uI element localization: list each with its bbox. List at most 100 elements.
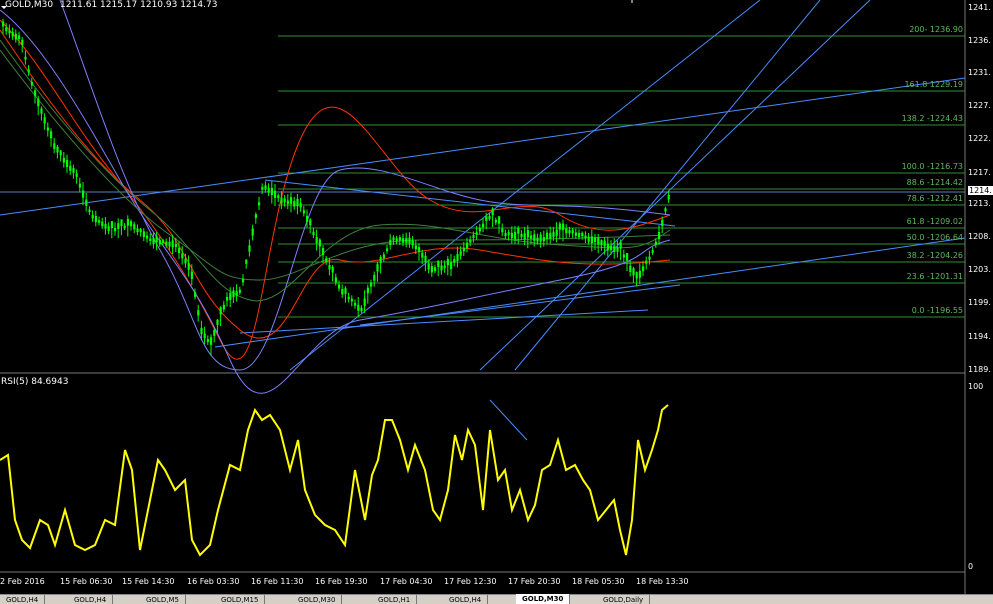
fib-level-label: 23.6 -1201.31 bbox=[906, 272, 963, 281]
candle-body bbox=[581, 232, 584, 237]
time-tick-label: 17 Feb 12:30 bbox=[444, 577, 497, 586]
candle-body bbox=[514, 231, 517, 240]
candle-body bbox=[299, 203, 302, 208]
candle-body bbox=[664, 208, 667, 212]
candle-body bbox=[206, 339, 209, 342]
candle-body bbox=[379, 257, 382, 263]
candle-body bbox=[53, 143, 56, 149]
candle-body bbox=[424, 255, 427, 263]
candle-body bbox=[94, 216, 97, 223]
candle-body bbox=[149, 238, 152, 242]
candle-body bbox=[2, 21, 5, 27]
candle-body bbox=[363, 298, 366, 306]
time-tick-label: 18 Feb 13:30 bbox=[636, 577, 689, 586]
candle-body bbox=[245, 259, 248, 264]
candle-body bbox=[184, 258, 187, 264]
candle-body bbox=[238, 289, 241, 293]
candle-body bbox=[338, 284, 341, 289]
candle-body bbox=[510, 232, 513, 239]
candle-body bbox=[370, 282, 373, 287]
candle-body bbox=[440, 265, 443, 271]
candle-body bbox=[178, 248, 181, 253]
candle-body bbox=[171, 240, 174, 248]
rsi-indicator[interactable] bbox=[0, 404, 669, 557]
candle-body bbox=[43, 117, 46, 124]
candle-body bbox=[139, 228, 142, 233]
candle-body bbox=[331, 266, 334, 273]
candle-body bbox=[104, 223, 107, 229]
candle-body bbox=[27, 69, 30, 73]
candle-body bbox=[133, 224, 136, 230]
candle-body bbox=[616, 247, 619, 252]
candle-body bbox=[498, 216, 501, 224]
candle-body bbox=[530, 235, 533, 239]
candle-body bbox=[290, 197, 293, 204]
time-tick-label: 17 Feb 04:30 bbox=[380, 577, 433, 586]
candle-body bbox=[222, 304, 225, 310]
price-tick-label: 1231. bbox=[968, 68, 991, 77]
candle-body bbox=[216, 319, 219, 325]
candle-body bbox=[536, 237, 539, 242]
candle-body bbox=[430, 266, 433, 273]
candle-body bbox=[34, 90, 37, 97]
fibonacci-levels[interactable] bbox=[278, 35, 965, 318]
candle-body bbox=[251, 228, 254, 236]
candle-body bbox=[613, 245, 616, 252]
candle-body bbox=[389, 239, 392, 245]
candlestick-series[interactable] bbox=[2, 18, 670, 356]
candle-body bbox=[392, 237, 395, 241]
price-chart[interactable] bbox=[0, 0, 993, 603]
candle-body bbox=[174, 243, 177, 248]
candle-body bbox=[504, 233, 507, 237]
candle-body bbox=[446, 259, 449, 266]
candle-body bbox=[456, 253, 459, 262]
candle-body bbox=[350, 298, 353, 302]
candle-body bbox=[334, 277, 337, 283]
candle-body bbox=[328, 265, 331, 270]
candle-body bbox=[360, 307, 363, 312]
candle-body bbox=[267, 187, 270, 193]
candle-body bbox=[597, 237, 600, 245]
candle-body bbox=[568, 229, 571, 234]
candle-body bbox=[226, 296, 229, 301]
candle-body bbox=[120, 219, 123, 226]
candle-body bbox=[629, 265, 632, 273]
time-tick-label: 17 Feb 20:30 bbox=[508, 577, 561, 586]
candle-body bbox=[565, 228, 568, 234]
candle-body bbox=[376, 264, 379, 272]
time-tick-label: 16 Feb 03:30 bbox=[187, 577, 240, 586]
candle-body bbox=[200, 327, 203, 335]
chart-terminal[interactable]: GOLD,M30 1211.61 1215.17 1210.93 1214.73… bbox=[0, 0, 993, 604]
candle-body bbox=[402, 238, 405, 243]
candle-body bbox=[248, 245, 251, 252]
time-tick-label: 18 Feb 05:30 bbox=[572, 577, 625, 586]
candle-body bbox=[66, 159, 69, 168]
candle-body bbox=[75, 173, 78, 177]
ohlc-values: 1211.61 1215.17 1210.93 1214.73 bbox=[59, 0, 218, 10]
fib-level-label: 88.6 -1214.42 bbox=[906, 178, 963, 187]
candle-body bbox=[555, 229, 558, 236]
candle-body bbox=[254, 214, 257, 218]
candle-body bbox=[325, 258, 328, 262]
candle-body bbox=[501, 228, 504, 233]
candle-body bbox=[142, 231, 145, 238]
candle-body bbox=[610, 245, 613, 251]
candle-body bbox=[78, 183, 81, 188]
candle-body bbox=[459, 251, 462, 256]
candle-body bbox=[386, 248, 389, 252]
candle-body bbox=[123, 225, 126, 229]
time-tick-label: 16 Feb 19:30 bbox=[315, 577, 368, 586]
fib-level-label: 161.8 1229.19 bbox=[904, 80, 963, 89]
candle-body bbox=[562, 223, 565, 231]
candle-body bbox=[18, 35, 21, 40]
candle-body bbox=[552, 231, 555, 237]
candle-body bbox=[648, 256, 651, 260]
candle-body bbox=[30, 81, 33, 86]
price-tick-label: 1236. bbox=[968, 36, 991, 45]
candle-body bbox=[485, 216, 488, 221]
candle-body bbox=[264, 185, 267, 190]
candle-body bbox=[91, 214, 94, 219]
time-tick-label: 15 Feb 14:30 bbox=[122, 577, 175, 586]
candle-body bbox=[270, 187, 273, 195]
fib-level-label: 78.6 -1212.41 bbox=[906, 194, 963, 203]
